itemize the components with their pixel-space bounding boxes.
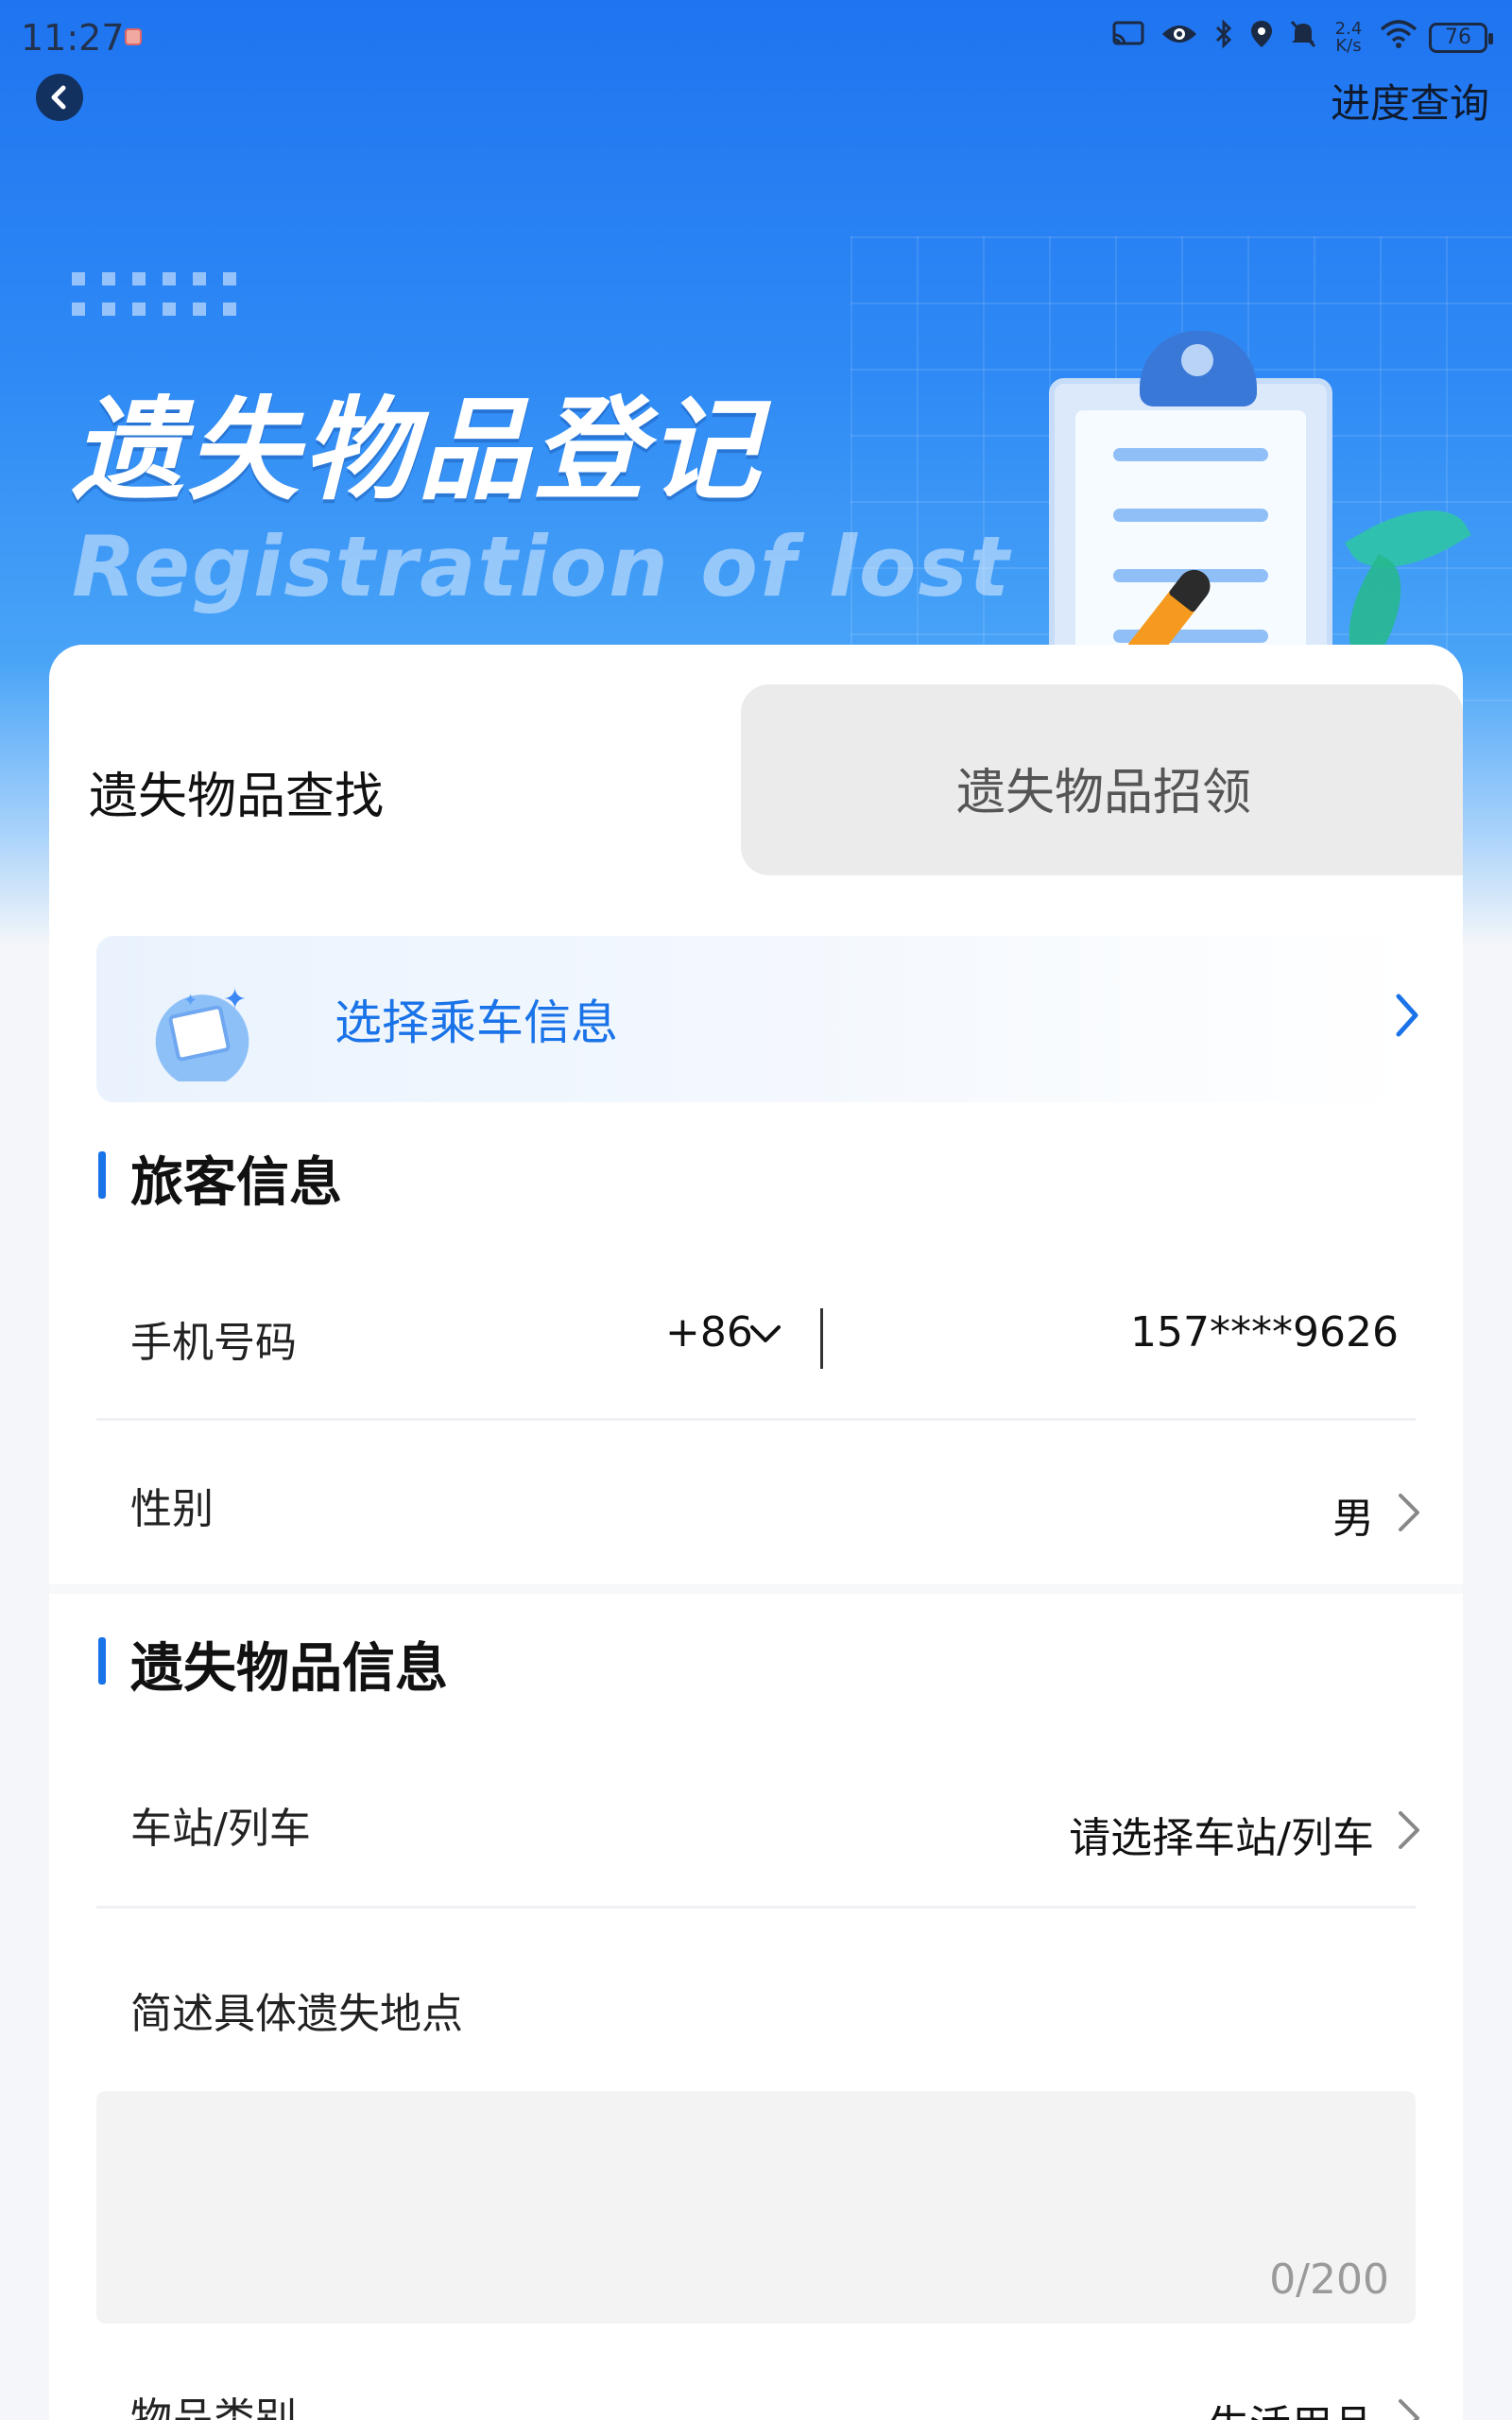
wifi-icon bbox=[1380, 20, 1418, 56]
section-gap bbox=[49, 1584, 1463, 1594]
chevron-right-icon[interactable] bbox=[1393, 1802, 1427, 1871]
phone-input[interactable]: 157****9626 bbox=[1130, 1308, 1399, 1357]
phone-label: 手机号码 bbox=[130, 1319, 297, 1367]
chevron-right-icon[interactable] bbox=[1393, 2390, 1427, 2420]
station-label: 车站/列车 bbox=[130, 1805, 311, 1853]
passenger-section-title: 旅客信息 bbox=[130, 1152, 342, 1214]
status-bar: 11:27 2.4 K/s 76 bbox=[0, 0, 1512, 76]
section-accent-bar bbox=[98, 1637, 106, 1685]
char-counter: 0/200 bbox=[1269, 2256, 1389, 2304]
select-trip-button[interactable] bbox=[96, 936, 1416, 1102]
chevron-left-icon bbox=[51, 85, 66, 110]
bluetooth-icon bbox=[1213, 19, 1234, 57]
country-code-select[interactable]: +86 bbox=[665, 1308, 753, 1357]
chevron-right-icon bbox=[1391, 987, 1425, 1057]
chevron-down-icon[interactable] bbox=[745, 1305, 786, 1371]
ticket-icon: ✦ ✦ bbox=[144, 981, 261, 1081]
location-label: 简述具体遗失地点 bbox=[130, 1990, 463, 2038]
eye-icon bbox=[1160, 21, 1198, 55]
network-speed: 2.4 K/s bbox=[1334, 19, 1363, 56]
status-time: 11:27 bbox=[21, 17, 125, 59]
dot-grid-decoration bbox=[72, 272, 236, 316]
progress-query-link[interactable]: 进度查询 bbox=[1331, 72, 1489, 130]
category-select[interactable]: 生活用品 bbox=[1208, 2392, 1374, 2420]
gender-value[interactable]: 男 bbox=[1332, 1484, 1374, 1545]
hero-subtitle: Registration of lost bbox=[72, 518, 1011, 615]
station-select[interactable]: 请选择车站/列车 bbox=[1069, 1804, 1374, 1864]
section-accent-bar bbox=[98, 1151, 106, 1199]
chevron-right-icon[interactable] bbox=[1393, 1484, 1427, 1553]
status-icons: 2.4 K/s bbox=[1111, 19, 1418, 57]
gender-label: 性别 bbox=[130, 1485, 214, 1533]
hero-title: 遗失物品登记 bbox=[72, 385, 765, 515]
location-textarea[interactable] bbox=[96, 2091, 1416, 2324]
select-trip-label: 选择乘车信息 bbox=[335, 995, 618, 1050]
back-button[interactable] bbox=[36, 74, 83, 121]
item-section-title: 遗失物品信息 bbox=[130, 1638, 448, 1700]
tab-lost-search-label: 遗失物品查找 bbox=[89, 769, 385, 825]
row-divider bbox=[96, 1906, 1416, 1909]
phone-divider bbox=[820, 1308, 823, 1369]
row-divider bbox=[96, 1418, 1416, 1421]
recording-icon bbox=[125, 28, 142, 45]
cast-icon bbox=[1111, 20, 1145, 56]
mute-icon bbox=[1289, 19, 1317, 57]
location-icon bbox=[1249, 19, 1274, 57]
tab-found-items-label: 遗失物品招领 bbox=[956, 765, 1252, 821]
battery-indicator: 76 bbox=[1429, 23, 1493, 53]
category-label: 物品类别 bbox=[130, 2394, 297, 2420]
